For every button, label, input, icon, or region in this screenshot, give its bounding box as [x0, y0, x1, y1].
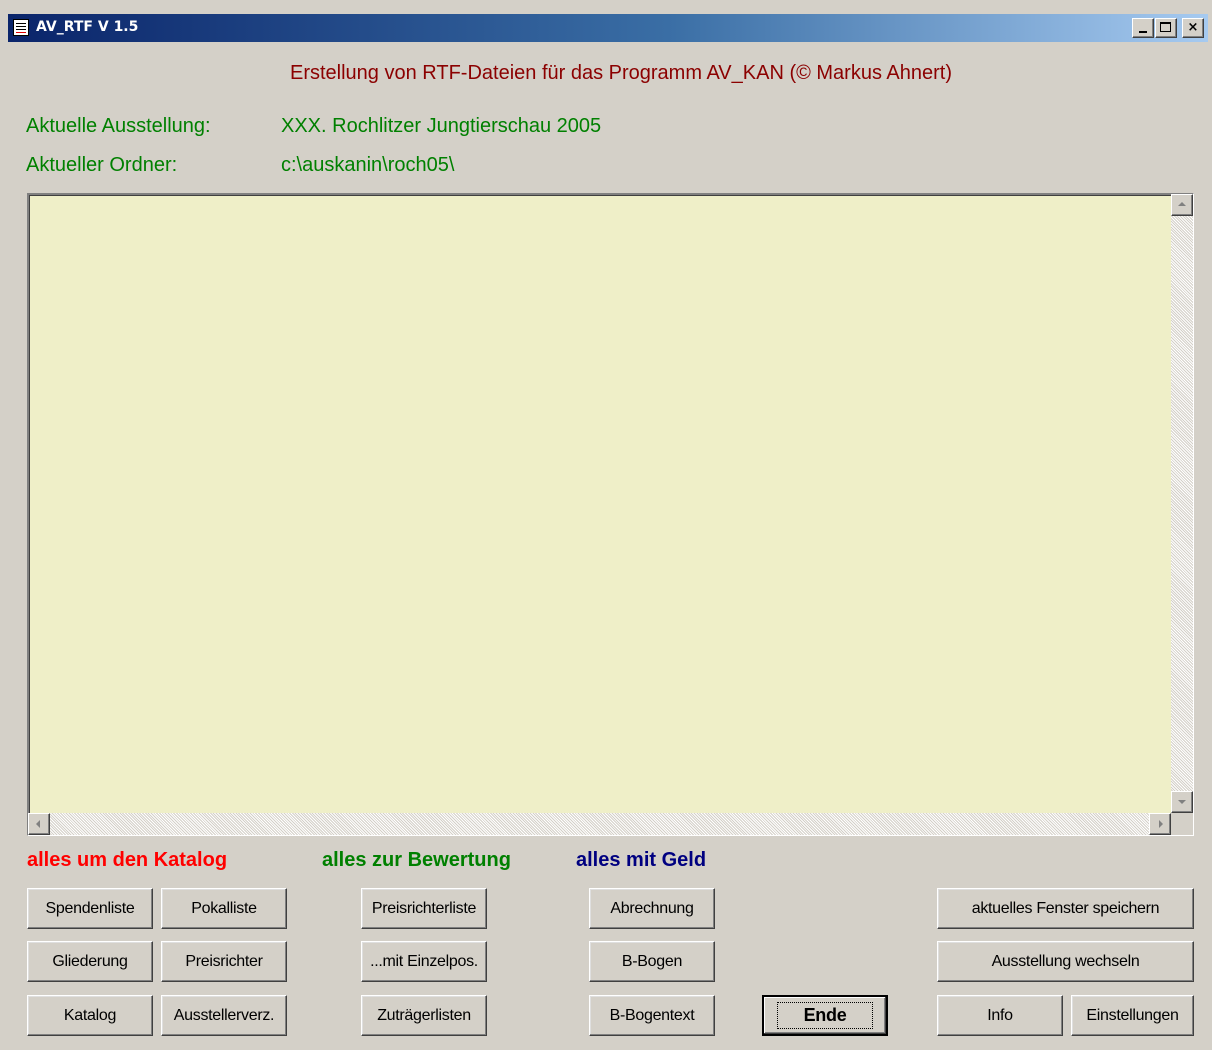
maximize-button[interactable] [1155, 18, 1177, 38]
folder-value: c:\auskanin\roch05\ [281, 154, 455, 176]
close-button[interactable]: × [1182, 18, 1204, 38]
folder-label: Aktueller Ordner: [26, 154, 178, 176]
ausstellerverz-button[interactable]: Ausstellerverz. [161, 995, 287, 1036]
spendenliste-button[interactable]: Spendenliste [27, 888, 153, 929]
preisrichter-button[interactable]: Preisrichter [161, 941, 287, 982]
pokalliste-button[interactable]: Pokalliste [161, 888, 287, 929]
window-title: AV_RTF V 1.5 [36, 19, 139, 35]
minimize-button[interactable] [1132, 18, 1154, 38]
group-catalog-label: alles um den Katalog [27, 849, 228, 871]
exhibition-value: XXX. Rochlitzer Jungtierschau 2005 [281, 115, 602, 137]
close-icon: × [1187, 20, 1199, 35]
maximize-icon [1160, 22, 1171, 32]
abrechnung-button[interactable]: Abrechnung [589, 888, 715, 929]
change-exhibition-button[interactable]: Ausstellung wechseln [937, 941, 1194, 982]
gliederung-button[interactable]: Gliederung [27, 941, 153, 982]
katalog-button[interactable]: Katalog [27, 995, 153, 1036]
page-heading: Erstellung von RTF-Dateien für das Progr… [289, 62, 953, 84]
app-window: AV_RTF V 1.5 × Erstellung von RTF-Dateie… [0, 0, 1212, 1050]
title-bar[interactable]: AV_RTF V 1.5 × [8, 14, 1208, 42]
group-money-label: alles mit Geld [576, 849, 707, 871]
info-button[interactable]: Info [937, 995, 1063, 1036]
exhibition-label: Aktuelle Ausstellung: [26, 115, 211, 137]
preisrichterliste-button[interactable]: Preisrichterliste [361, 888, 487, 929]
ende-button-label: Ende [776, 1002, 874, 1029]
mit-einzelpos-button[interactable]: ...mit Einzelpos. [361, 941, 487, 982]
group-evaluation-label: alles zur Bewertung [322, 849, 511, 871]
minimize-icon [1139, 31, 1147, 33]
ende-button[interactable]: Ende [762, 995, 888, 1036]
save-window-button[interactable]: aktuelles Fenster speichern [937, 888, 1194, 929]
b-bogentext-button[interactable]: B-Bogentext [589, 995, 715, 1036]
einstellungen-button[interactable]: Einstellungen [1071, 995, 1194, 1036]
zutraegerlisten-button[interactable]: Zuträgerlisten [361, 995, 487, 1036]
document-icon[interactable] [13, 19, 29, 36]
output-text-area[interactable] [27, 193, 1194, 836]
b-bogen-button[interactable]: B-Bogen [589, 941, 715, 982]
